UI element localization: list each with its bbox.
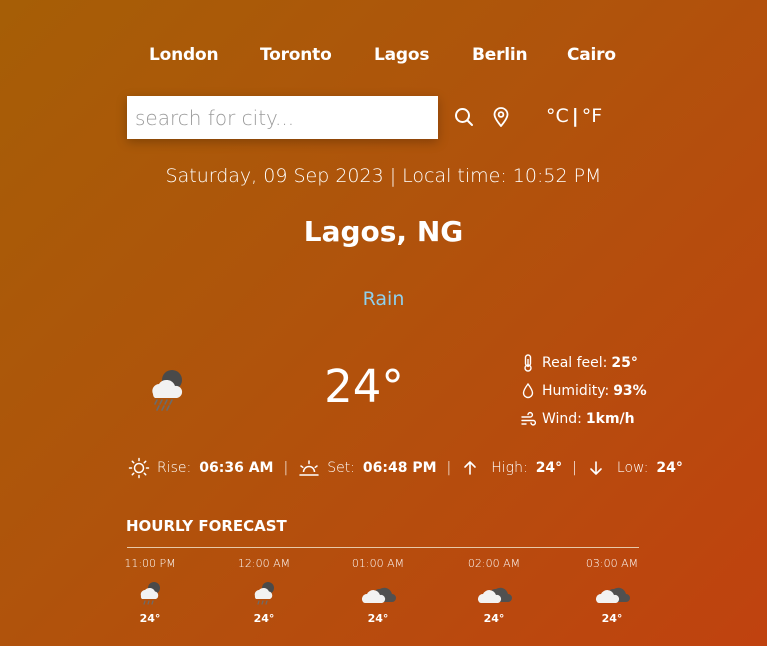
forecast-item: 02:00 AM 24° <box>449 557 539 625</box>
unit-toggle: °C | °F <box>546 105 602 127</box>
sunset-value: 06:48 PM <box>362 460 437 476</box>
forecast-temp: 24° <box>139 612 161 625</box>
search-icon[interactable] <box>453 106 475 128</box>
wind-row: Wind: 1km/h <box>520 410 635 428</box>
wind-label: Wind: <box>542 411 582 427</box>
divider: | <box>572 460 577 476</box>
sunrise-value: 06:36 AM <box>199 460 274 476</box>
droplet-icon <box>522 382 534 399</box>
arrow-down-icon <box>590 461 602 475</box>
city-link-berlin[interactable]: Berlin <box>472 45 528 65</box>
city-link-london[interactable]: London <box>149 45 219 65</box>
forecast-temp: 24° <box>367 612 389 625</box>
forecast-time: 02:00 AM <box>467 557 521 570</box>
unit-separator: | <box>571 105 579 127</box>
forecast-temp: 24° <box>601 612 623 625</box>
city-link-lagos[interactable]: Lagos <box>374 45 429 65</box>
celsius-button[interactable]: °C <box>546 105 569 127</box>
forecast-item: 11:00 PM 24° <box>105 557 195 625</box>
divider: | <box>446 460 452 476</box>
real-feel-value: 25° <box>611 355 638 371</box>
search-input[interactable] <box>127 96 425 139</box>
low-label: Low: <box>616 460 649 476</box>
forecast-divider <box>127 547 639 548</box>
rain-cloud-icon <box>254 582 274 605</box>
real-feel-row: Real feel: 25° <box>520 354 638 372</box>
forecast-temp: 24° <box>253 612 275 625</box>
forecast-item: 12:00 AM 24° <box>219 557 309 625</box>
forecast-time: 11:00 PM <box>124 557 176 570</box>
humidity-label: Humidity: <box>542 383 610 399</box>
forecast-item: 01:00 AM 24° <box>333 557 423 625</box>
forecast-item: 03:00 AM 24° <box>567 557 657 625</box>
location-title: Lagos, NG <box>303 215 464 248</box>
fahrenheit-button[interactable]: °F <box>582 105 602 127</box>
humidity-value: 93% <box>613 383 647 399</box>
rain-cloud-icon <box>140 582 160 605</box>
sun-high-low-row: Rise: 06:36 AM | Set: 06:48 PM | High: 24° … <box>128 457 683 479</box>
sunset-label: Set: <box>327 460 355 476</box>
rain-cloud-icon <box>143 366 191 416</box>
search-box <box>127 96 438 139</box>
high-label: High: <box>491 460 528 476</box>
local-datetime: Saturday, 09 Sep 2023 | Local time: 10:5… <box>165 165 602 187</box>
divider: | <box>283 460 289 476</box>
location-pin-icon[interactable] <box>490 106 512 128</box>
sunrise-icon <box>128 457 150 479</box>
low-value: 24° <box>656 460 683 476</box>
forecast-title: HOURLY FORECAST <box>126 517 287 535</box>
cloud-icon <box>478 587 512 603</box>
wind-icon <box>521 411 536 426</box>
city-link-toronto[interactable]: Toronto <box>260 45 332 65</box>
forecast-time: 12:00 AM <box>237 557 291 570</box>
high-value: 24° <box>535 460 563 476</box>
forecast-temp: 24° <box>483 612 505 625</box>
sunset-icon <box>299 460 319 476</box>
cloud-icon <box>362 587 396 603</box>
wind-value: 1km/h <box>585 411 635 427</box>
real-feel-label: Real feel: <box>542 355 608 371</box>
arrow-up-icon <box>464 461 477 475</box>
thermometer-icon <box>524 354 532 372</box>
weather-condition: Rain <box>362 288 405 310</box>
current-temperature: 24° <box>324 360 404 413</box>
cloud-icon <box>596 587 630 603</box>
humidity-row: Humidity: 93% <box>520 382 647 400</box>
forecast-time: 03:00 AM <box>585 557 639 570</box>
forecast-time: 01:00 AM <box>351 557 405 570</box>
sunrise-label: Rise: <box>157 460 192 476</box>
city-link-cairo[interactable]: Cairo <box>567 45 616 65</box>
